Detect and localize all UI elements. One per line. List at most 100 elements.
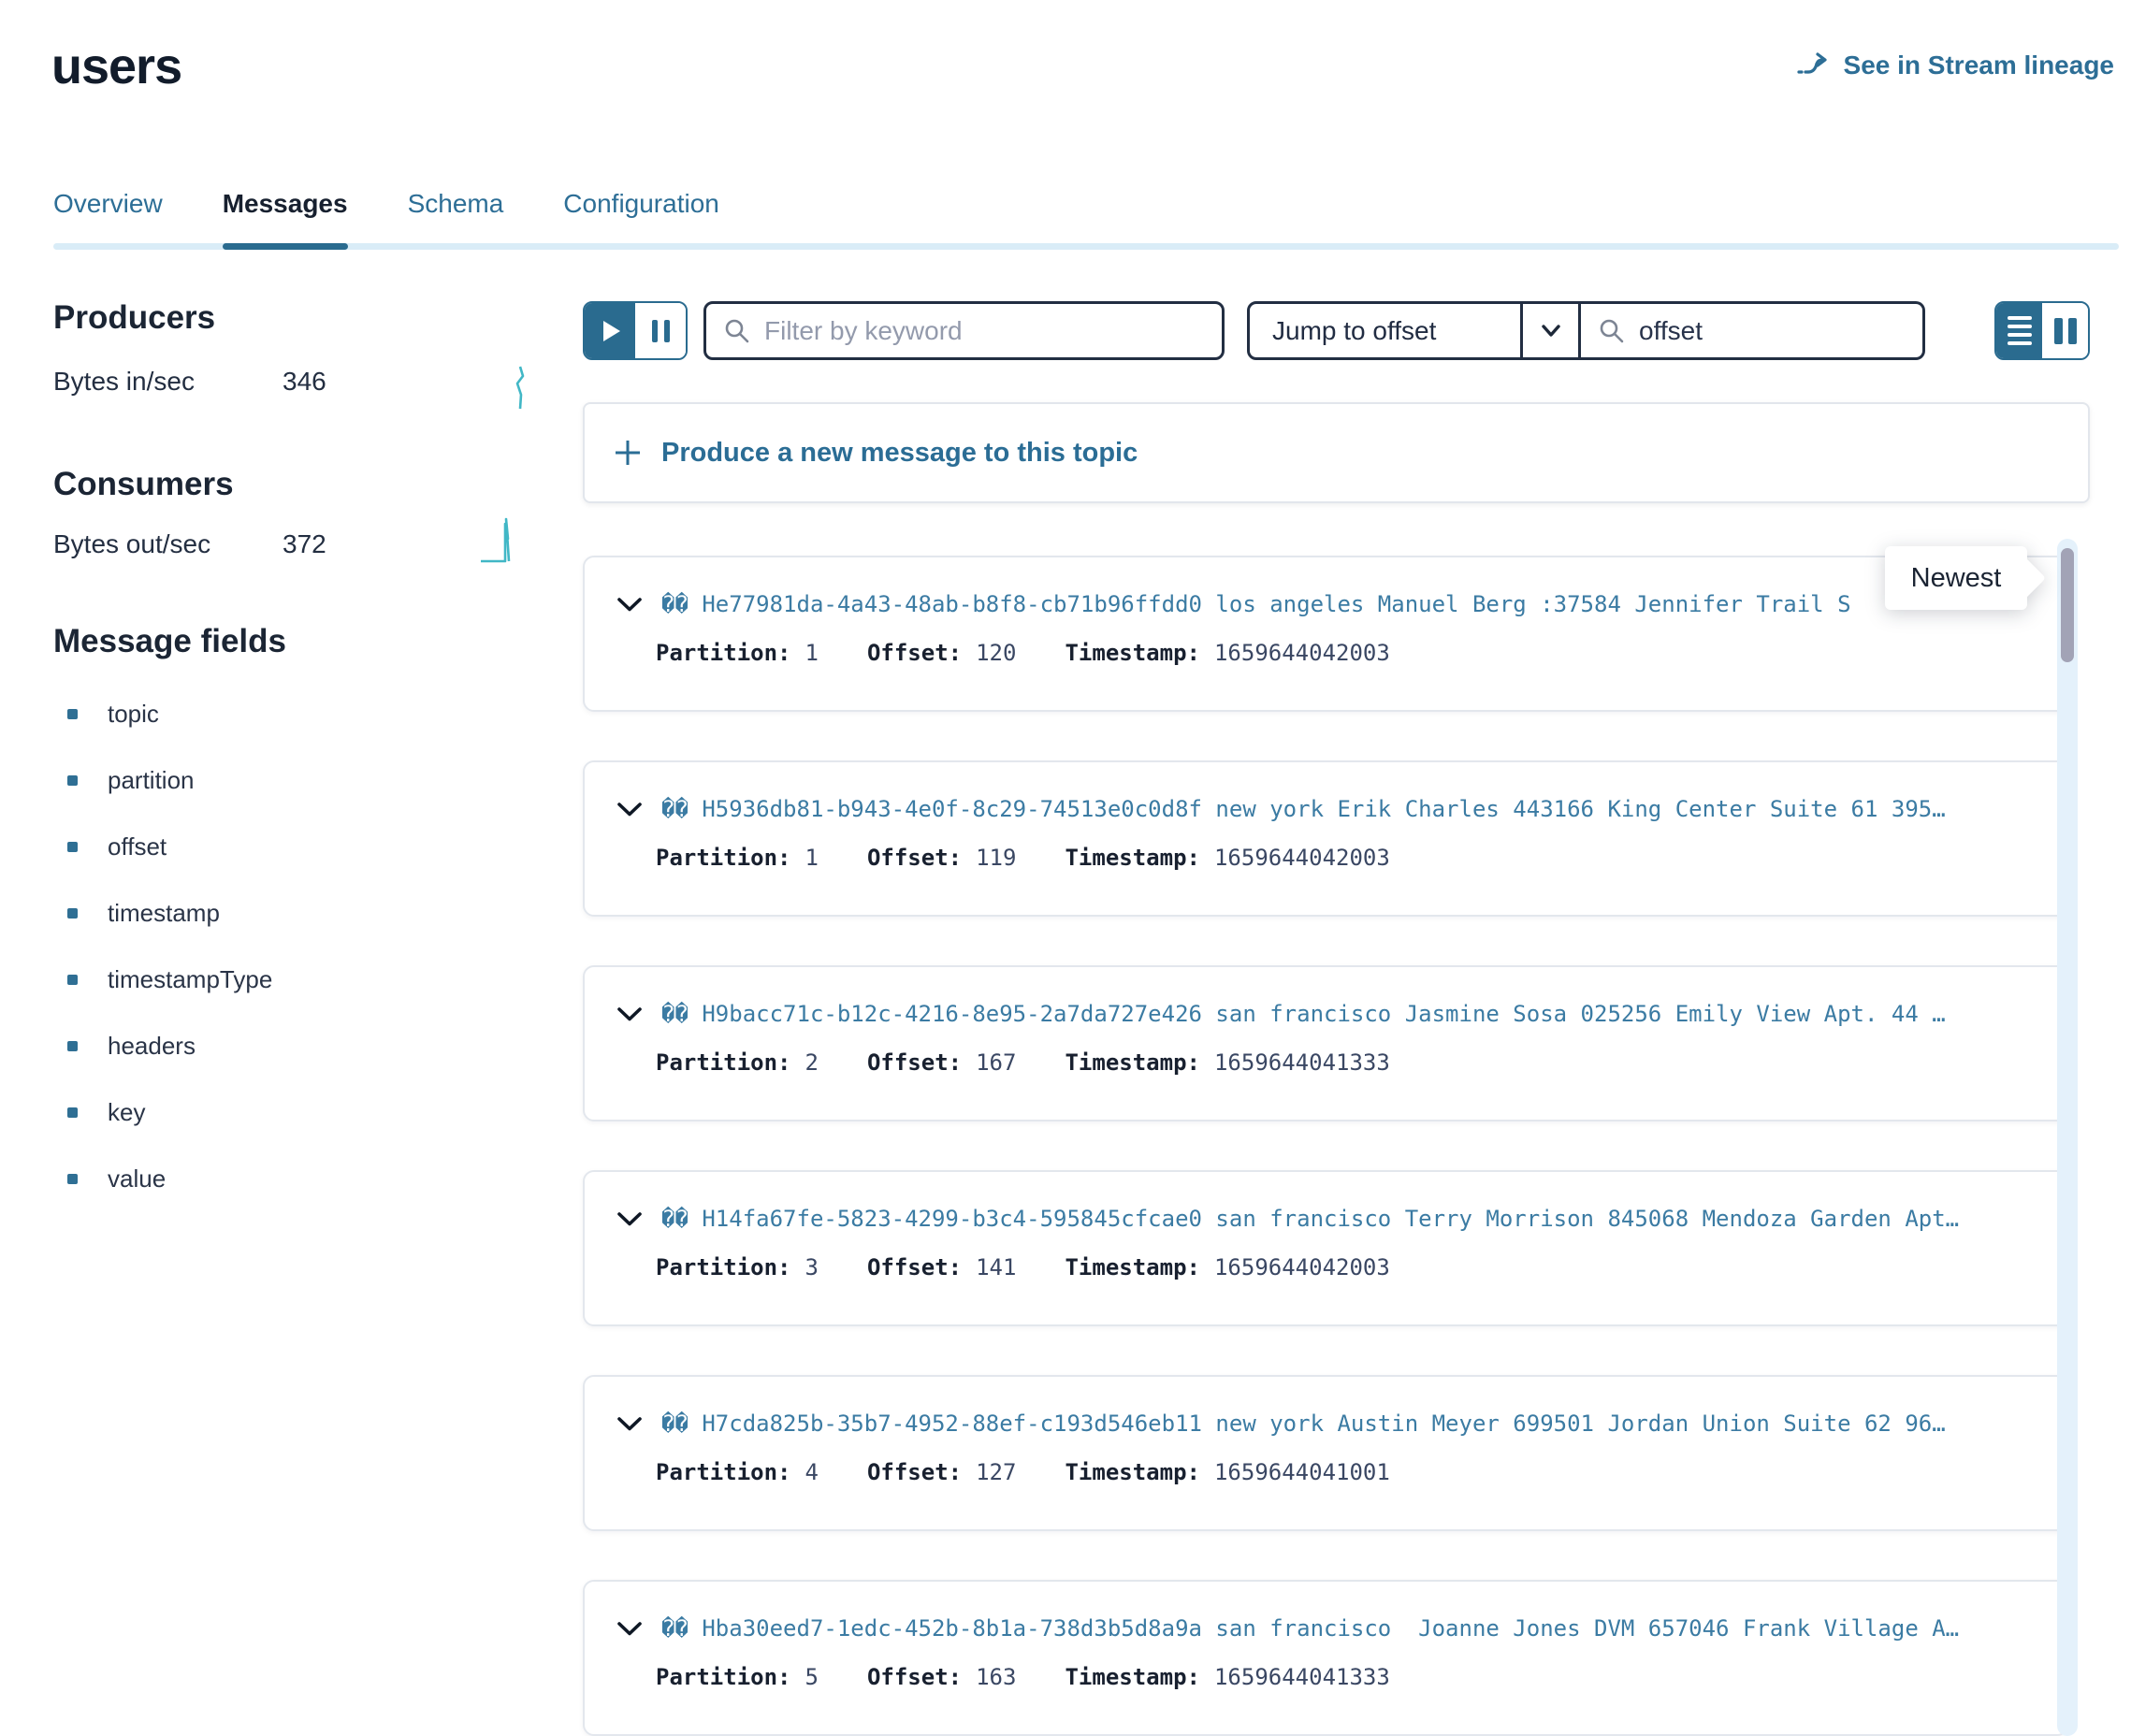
offset-label: Offset: — [867, 640, 962, 666]
timestamp-label: Timestamp: — [1065, 640, 1200, 666]
field-item-key[interactable]: key — [67, 1079, 272, 1146]
tabs-underline — [53, 243, 2119, 250]
message-fields-heading: Message fields — [53, 623, 286, 660]
message-list: �� He77981da-4a43-48ab-b8f8-cb71b96ffdd0… — [583, 556, 2068, 1736]
field-label: timestamp — [108, 899, 220, 928]
search-icon — [1598, 317, 1626, 345]
field-bullet-icon — [67, 975, 78, 985]
offset-label: Offset: — [867, 845, 962, 871]
timestamp-value: 1659644041001 — [1214, 1459, 1390, 1485]
expand-chevron-icon[interactable] — [616, 802, 643, 817]
bytes-out-sparkline — [479, 513, 524, 570]
partition-label: Partition: — [656, 1459, 791, 1485]
message-card: �� H7cda825b-35b7-4952-88ef-c193d546eb11… — [583, 1375, 2068, 1531]
tab-overview[interactable]: Overview — [53, 189, 163, 238]
tab-messages[interactable]: Messages — [223, 189, 348, 238]
stream-lineage-link[interactable]: See in Stream lineage — [1795, 51, 2114, 80]
consumers-heading: Consumers — [53, 466, 234, 503]
timestamp-label: Timestamp: — [1065, 1254, 1200, 1280]
view-mode-toggle — [1994, 301, 2090, 360]
offset-label: Offset: — [867, 1049, 962, 1076]
field-item-offset[interactable]: offset — [67, 814, 272, 880]
partition-value: 1 — [805, 640, 819, 666]
filter-keyword-input[interactable] — [764, 316, 1205, 346]
column-view-icon — [2054, 318, 2063, 344]
timestamp-label: Timestamp: — [1065, 845, 1200, 871]
field-bullet-icon — [67, 1107, 78, 1118]
message-meta: Partition:1 Offset:120 Timestamp:1659644… — [585, 617, 2066, 666]
jump-to-offset-value: Jump to offset — [1250, 304, 1520, 357]
message-card: �� H5936db81-b943-4e0f-8c29-74513e0c0d8f… — [583, 760, 2068, 917]
partition-label: Partition: — [656, 845, 791, 871]
tabs: Overview Messages Schema Configuration — [53, 189, 719, 238]
message-meta: Partition: 3 Offset: 141 Timestamp: 1659644… — [585, 1232, 2066, 1280]
scrollbar-thumb[interactable] — [2061, 548, 2074, 662]
field-bullet-icon — [67, 775, 78, 786]
offset-search-input[interactable] — [1639, 316, 1906, 346]
partition-label: Partition: — [656, 1254, 791, 1280]
page-title: users — [51, 37, 181, 95]
message-key: �� Hba30eed7-1edc-452b-8b1a-738d3b5d8a9a… — [661, 1615, 2040, 1642]
produce-message-label: Produce a new message to this topic — [661, 438, 1138, 469]
field-item-timestampType[interactable]: timestampType — [67, 947, 272, 1013]
expand-chevron-icon[interactable] — [616, 1416, 643, 1432]
offset-value: 119 — [976, 845, 1016, 871]
timestamp-label: Timestamp: — [1065, 1049, 1200, 1076]
timestamp-label: Timestamp: — [1065, 1459, 1200, 1485]
list-view-button[interactable] — [1996, 303, 2042, 358]
field-bullet-icon — [67, 709, 78, 719]
field-bullet-icon — [67, 1041, 78, 1051]
message-fields-list: topic partition offset timestamp timesta… — [67, 681, 272, 1212]
field-item-headers[interactable]: headers — [67, 1013, 272, 1079]
partition-label: Partition: — [656, 1049, 791, 1076]
message-card: �� H9bacc71c-b12c-4216-8e95-2a7da727e426… — [583, 965, 2068, 1121]
message-key: �� He77981da-4a43-48ab-b8f8-cb71b96ffdd0… — [661, 591, 2040, 617]
offset-value: 163 — [976, 1664, 1016, 1690]
produce-message-button[interactable]: Produce a new message to this topic — [583, 402, 2090, 503]
expand-chevron-icon[interactable] — [616, 1621, 643, 1637]
partition-label: Partition: — [656, 640, 791, 666]
stream-lineage-icon — [1795, 51, 1833, 80]
expand-chevron-icon[interactable] — [616, 597, 643, 613]
newest-tooltip: Newest — [1885, 546, 2027, 610]
chevron-down-icon — [1540, 324, 1562, 339]
message-card: �� Hba30eed7-1edc-452b-8b1a-738d3b5d8a9a… — [583, 1580, 2068, 1736]
partition-value: 4 — [805, 1459, 819, 1485]
expand-chevron-icon[interactable] — [616, 1211, 643, 1227]
timestamp-value: 1659644042003 — [1214, 1254, 1390, 1280]
tab-schema[interactable]: Schema — [408, 189, 504, 238]
play-button[interactable] — [585, 303, 635, 358]
field-bullet-icon — [67, 1174, 78, 1184]
pause-button[interactable] — [635, 303, 686, 358]
field-item-topic[interactable]: topic — [67, 681, 272, 747]
field-label: topic — [108, 700, 159, 729]
offset-label: Offset: — [867, 1254, 962, 1280]
partition-value: 1 — [805, 845, 819, 871]
producers-heading: Producers — [53, 299, 215, 337]
offset-value: 141 — [976, 1254, 1016, 1280]
partition-label: Partition: — [656, 1664, 791, 1690]
filter-input-box — [703, 301, 1225, 360]
scrollbar-track[interactable] — [2057, 539, 2078, 1736]
plus-icon — [613, 438, 643, 468]
field-item-partition[interactable]: partition — [67, 747, 272, 814]
field-item-timestamp[interactable]: timestamp — [67, 880, 272, 947]
message-key: �� H9bacc71c-b12c-4216-8e95-2a7da727e426… — [661, 1001, 2040, 1027]
field-item-value[interactable]: value — [67, 1146, 272, 1212]
bytes-in-value: 346 — [283, 367, 326, 397]
tab-configuration[interactable]: Configuration — [563, 189, 719, 238]
field-label: timestampType — [108, 965, 272, 994]
column-view-button[interactable] — [2042, 303, 2088, 358]
jump-to-offset-select[interactable]: Jump to offset — [1247, 301, 1581, 360]
live-consume-toggle — [583, 301, 688, 360]
select-chevron-box[interactable] — [1520, 304, 1578, 357]
message-meta: Partition:4 Offset:127 Timestamp:1659644… — [585, 1437, 2066, 1485]
search-icon — [723, 317, 751, 345]
timestamp-value: 1659644041333 — [1214, 1664, 1390, 1690]
bytes-in-sparkline — [513, 363, 529, 416]
offset-value: 120 — [976, 640, 1016, 666]
partition-value: 3 — [805, 1254, 819, 1280]
expand-chevron-icon[interactable] — [616, 1006, 643, 1022]
offset-value: 167 — [976, 1049, 1016, 1076]
field-label: partition — [108, 766, 195, 795]
